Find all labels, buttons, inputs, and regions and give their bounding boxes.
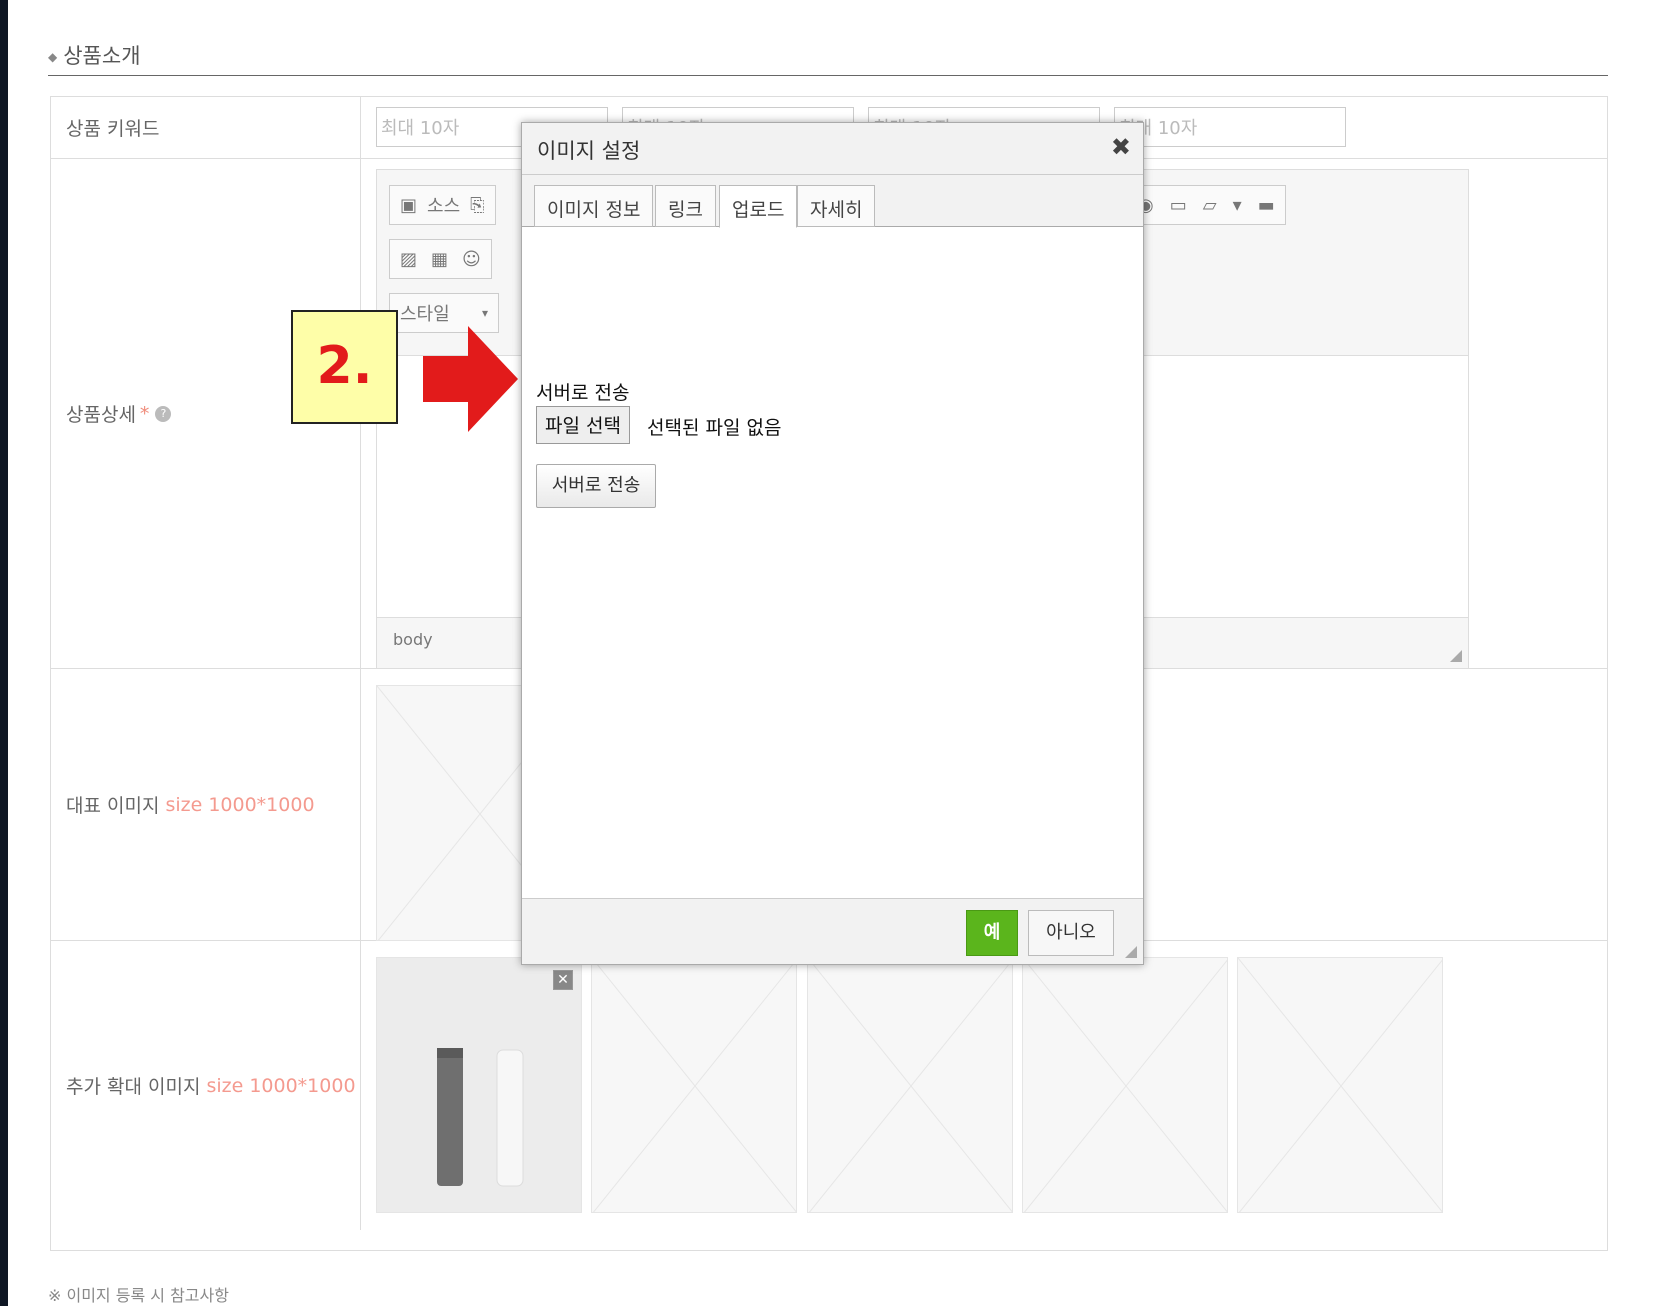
dialog-tabs: 이미지 정보 링크 업로드 자세히 xyxy=(522,175,1143,228)
dialog-footer: 예 아니오 xyxy=(522,898,1143,964)
send-to-server-label: 서버로 전송 xyxy=(536,382,630,404)
product-photo xyxy=(377,958,581,1212)
file-status-text: 선택된 파일 없음 xyxy=(647,417,782,439)
textfield-icon[interactable]: ▭ xyxy=(1170,195,1187,216)
image-icon[interactable]: ▨ xyxy=(400,249,417,270)
image-settings-dialog: 이미지 설정 ✖ 이미지 정보 링크 업로드 자세히 서버로 전송 파일 선택 … xyxy=(521,122,1144,965)
chevron-down-icon: ▾ xyxy=(481,306,488,320)
main-image-label: 대표 이미지 size 1000*1000 xyxy=(51,669,361,940)
remove-image-button[interactable]: ✕ xyxy=(553,970,573,990)
source-button[interactable]: 소스 xyxy=(427,192,460,218)
button-icon[interactable]: ▬ xyxy=(1258,195,1275,216)
cancel-button[interactable]: 아니오 xyxy=(1028,910,1114,956)
source-tool-group: ▣ 소스 ⎘ xyxy=(389,185,496,225)
step-annotation: 2. xyxy=(291,310,398,424)
extra-image-slot-2[interactable] xyxy=(591,957,797,1213)
select-icon[interactable]: ▾ xyxy=(1233,195,1242,216)
insert-tool-group: ▨ ▦ ☺ xyxy=(389,239,492,279)
editor-toolbar-row-1: ▣ 소스 ⎘ xyxy=(389,184,496,226)
textarea-icon[interactable]: ▱ xyxy=(1203,195,1217,216)
table-icon[interactable]: ▦ xyxy=(431,249,448,270)
image-notes-heading: ※ 이미지 등록 시 참고사항 xyxy=(48,1286,229,1305)
form-tool-group: ◉ ▭ ▱ ▾ ▬ xyxy=(1127,185,1286,225)
tab-upload[interactable]: 업로드 xyxy=(719,185,798,228)
preview-icon[interactable]: ⎘ xyxy=(470,195,484,216)
bullet-icon: ◆ xyxy=(48,50,58,64)
choose-file-button[interactable]: 파일 선택 xyxy=(536,406,630,444)
close-icon[interactable]: ✖ xyxy=(1111,133,1131,161)
keyword-input-4[interactable]: 최대 10자 xyxy=(1114,107,1346,147)
section-divider xyxy=(48,75,1608,76)
extra-image-label: 추가 확대 이미지 size 1000*1000 xyxy=(51,941,361,1230)
ok-button[interactable]: 예 xyxy=(966,910,1018,956)
dialog-resize-handle[interactable] xyxy=(1125,946,1137,958)
dialog-title: 이미지 설정 xyxy=(522,123,1143,175)
required-mark: * xyxy=(139,402,150,425)
red-arrow-icon xyxy=(423,326,518,432)
extra-image-slot-4[interactable] xyxy=(1022,957,1228,1213)
source-icon[interactable]: ▣ xyxy=(400,195,417,216)
page: ◆상품소개 상품 키워드 최대 10자 최대 10자 최대 10자 최대 10자… xyxy=(8,0,1664,1306)
tab-image-info[interactable]: 이미지 정보 xyxy=(534,185,654,227)
extra-image-slot-1[interactable]: ✕ xyxy=(376,957,582,1213)
upload-panel: 서버로 전송 파일 선택 선택된 파일 없음 서버로 전송 xyxy=(522,228,1143,888)
smiley-icon[interactable]: ☺ xyxy=(462,249,481,270)
section-title-text: 상품소개 xyxy=(63,44,141,68)
editor-toolbar-row-2: ▨ ▦ ☺ xyxy=(389,238,492,280)
section-title: ◆ 상품소개 xyxy=(48,40,141,70)
tab-advanced[interactable]: 자세히 xyxy=(797,185,876,227)
extra-image-slot-5[interactable] xyxy=(1237,957,1443,1213)
send-to-server-button[interactable]: 서버로 전송 xyxy=(536,464,656,508)
extra-image-slot-3[interactable] xyxy=(807,957,1013,1213)
extra-image-row: 추가 확대 이미지 size 1000*1000 ✕ xyxy=(51,941,1607,1230)
help-icon[interactable]: ? xyxy=(155,405,172,422)
resize-handle[interactable] xyxy=(1450,650,1462,662)
editor-toolbar-form-tools: ◉ ▭ ▱ ▾ ▬ xyxy=(1127,184,1286,226)
tab-link[interactable]: 링크 xyxy=(655,185,716,227)
keyword-label: 상품 키워드 xyxy=(51,97,361,158)
